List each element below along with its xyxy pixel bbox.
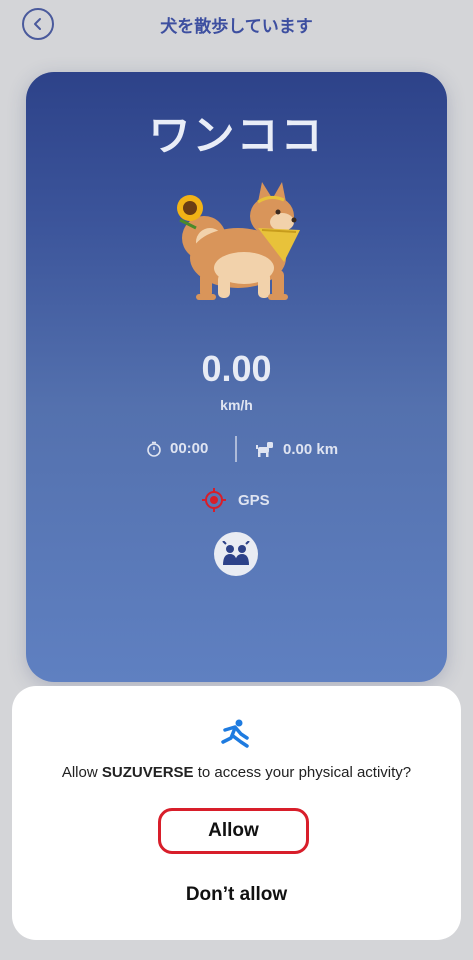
stopwatch-icon bbox=[147, 441, 161, 457]
allow-button[interactable]: Allow bbox=[158, 808, 309, 854]
people-icon bbox=[222, 541, 250, 565]
dog-icon bbox=[256, 442, 273, 457]
dog-name: ワンココ bbox=[148, 111, 325, 160]
dog-avatar bbox=[177, 182, 300, 300]
permission-dialog: Allow SUZUVERSE to access your physical … bbox=[12, 686, 461, 940]
prompt-prefix: Allow bbox=[61, 764, 102, 781]
walk-distance: 0.00 km bbox=[255, 440, 338, 458]
stats-divider bbox=[235, 436, 237, 462]
time-value: 00:00 bbox=[170, 440, 209, 457]
header: 犬を散歩しています bbox=[0, 0, 473, 48]
distance-value: 0.00 km bbox=[283, 440, 339, 458]
elapsed-time: 00:00 bbox=[146, 440, 208, 457]
running-person-icon bbox=[221, 719, 249, 748]
community-button[interactable] bbox=[214, 532, 258, 576]
gps-label: GPS bbox=[238, 491, 270, 509]
prompt-suffix: to access your physical activity? bbox=[193, 764, 412, 781]
dont-allow-button[interactable]: Don’t allow bbox=[12, 880, 461, 910]
gps-target-icon bbox=[202, 488, 226, 512]
walk-card: ワンココ 0.00 km/h 00:00 0.00 km GPS bbox=[26, 72, 447, 682]
walk-stats: 00:00 0.00 km bbox=[26, 436, 447, 464]
page-title: 犬を散歩しています bbox=[160, 17, 313, 37]
permission-prompt: Allow SUZUVERSE to access your physical … bbox=[12, 764, 461, 781]
app-name: SUZUVERSE bbox=[101, 764, 194, 781]
gps-status: GPS bbox=[202, 488, 270, 512]
speed-unit: km/h bbox=[220, 397, 253, 413]
allow-label: Allow bbox=[208, 820, 259, 841]
speed-value: 0.00 bbox=[201, 348, 272, 389]
